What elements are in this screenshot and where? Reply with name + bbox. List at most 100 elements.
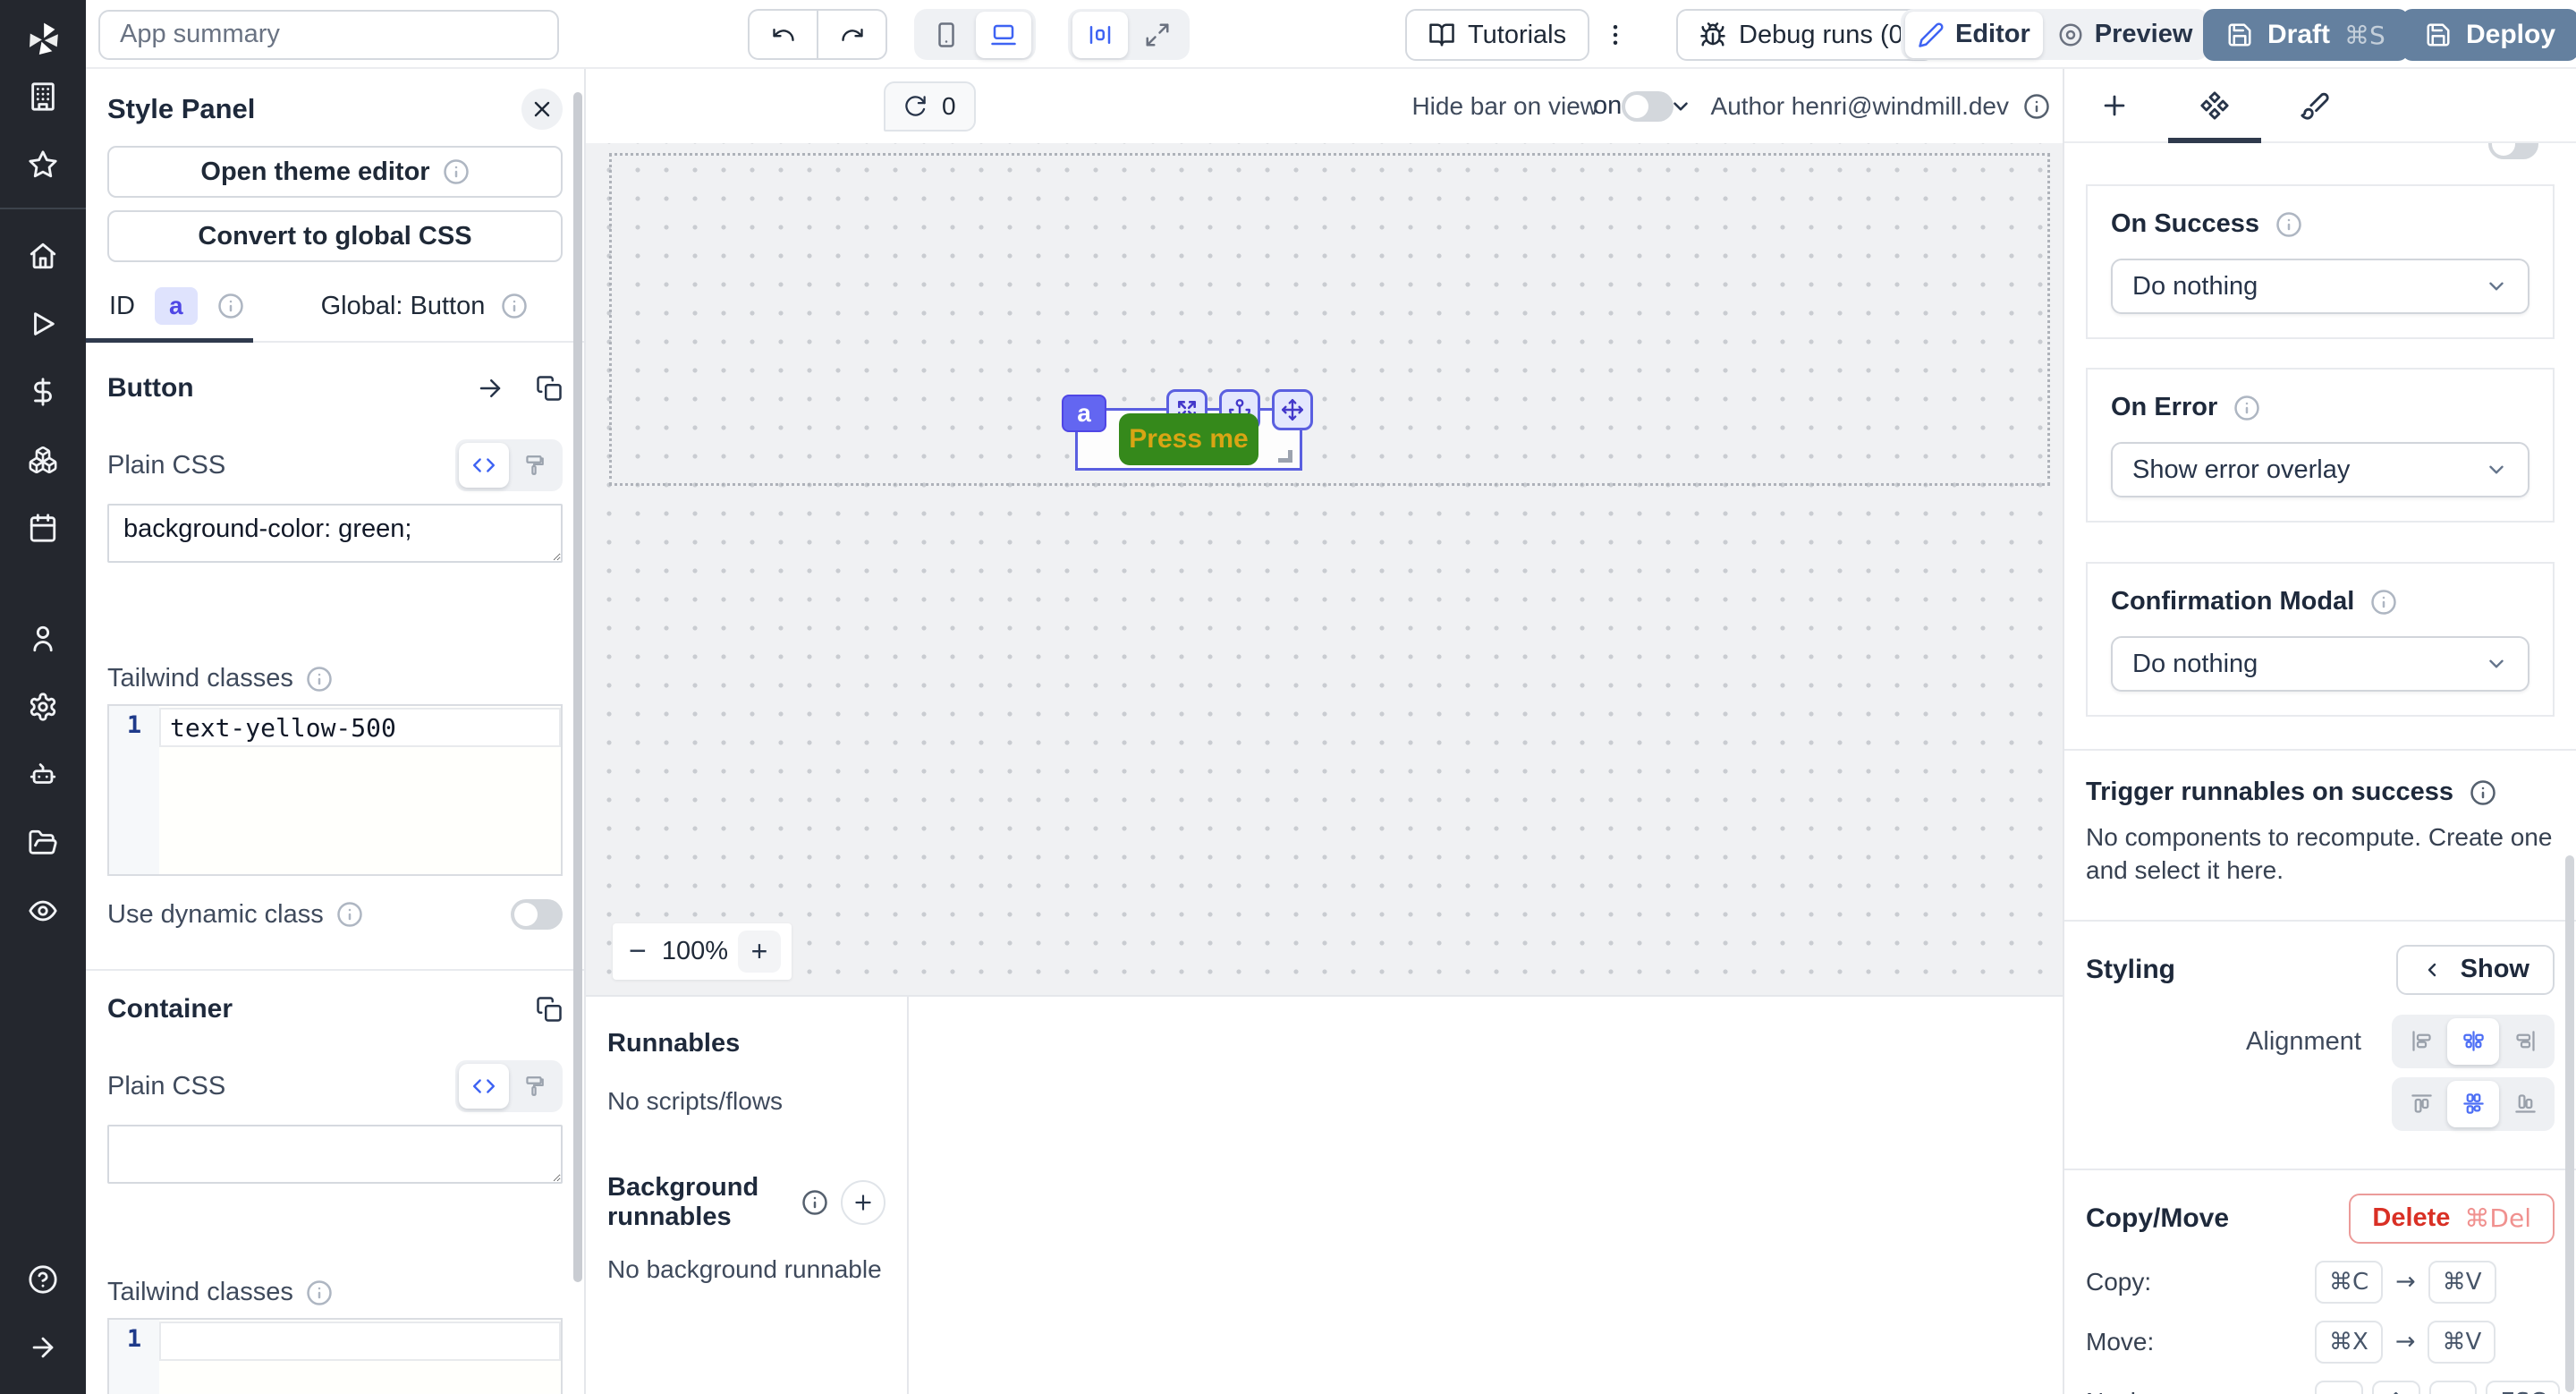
close-style-panel-button[interactable] bbox=[521, 89, 563, 130]
refresh-runnables-button[interactable]: 0 bbox=[884, 81, 976, 132]
sidebar-item-schedules[interactable] bbox=[0, 494, 86, 562]
align-top-button[interactable] bbox=[2395, 1081, 2447, 1127]
horizontal-align-group bbox=[2392, 1015, 2555, 1068]
trigger-runnables-title: Trigger runnables on success bbox=[2086, 778, 2453, 807]
right-panel-scrollbar[interactable] bbox=[2565, 855, 2574, 1392]
tab-global-button[interactable]: Global: Button bbox=[321, 292, 486, 321]
copy-icon[interactable] bbox=[536, 375, 563, 402]
tab-component-id-badge[interactable]: a bbox=[155, 287, 198, 325]
kbd-chip: ⌘C bbox=[2315, 1261, 2383, 1304]
delete-component-button[interactable]: Delete ⌘Del bbox=[2349, 1194, 2555, 1244]
mobile-view-button[interactable] bbox=[919, 12, 974, 58]
on-error-select[interactable]: Show error overlay bbox=[2111, 442, 2529, 497]
visual-style-mode-button[interactable] bbox=[509, 443, 559, 488]
alignment-label: Alignment bbox=[2246, 1027, 2361, 1057]
fullwidth-canvas-button[interactable] bbox=[1130, 12, 1185, 58]
button-tailwind-editor[interactable]: 1 text-yellow-500 bbox=[107, 704, 563, 876]
sidebar-item-runs[interactable] bbox=[0, 290, 86, 358]
confirmation-modal-select[interactable]: Do nothing bbox=[2111, 636, 2529, 692]
align-bottom-button[interactable] bbox=[2499, 1081, 2551, 1127]
delete-label: Delete bbox=[2372, 1203, 2450, 1233]
arrow-right-icon[interactable] bbox=[477, 375, 504, 402]
hide-bar-toggle[interactable] bbox=[1622, 91, 1674, 122]
tailwind-code-line[interactable] bbox=[159, 1322, 561, 1361]
selected-component[interactable]: a Press me bbox=[1075, 408, 1302, 471]
move-component-button[interactable] bbox=[1272, 389, 1313, 430]
sidebar-item-users[interactable] bbox=[0, 605, 86, 673]
sidebar-item-favorites[interactable] bbox=[0, 131, 86, 199]
align-right-button[interactable] bbox=[2499, 1018, 2551, 1065]
convert-to-global-css-button[interactable]: Convert to global CSS bbox=[107, 210, 563, 262]
component-id-badge[interactable]: a bbox=[1062, 395, 1106, 432]
sidebar-item-folders[interactable] bbox=[0, 809, 86, 877]
tab-preview[interactable]: Preview bbox=[2045, 12, 2206, 58]
tutorials-label: Tutorials bbox=[1468, 21, 1566, 50]
sidebar-item-settings[interactable] bbox=[0, 673, 86, 741]
info-icon bbox=[801, 1189, 828, 1216]
open-theme-editor-button[interactable]: Open theme editor bbox=[107, 146, 563, 198]
code-mode-button[interactable] bbox=[459, 1064, 509, 1109]
more-menu-button[interactable] bbox=[1596, 9, 1635, 60]
canvas-layout-group bbox=[1068, 9, 1190, 60]
zoom-control: − 100% + bbox=[613, 923, 792, 980]
tab-editor[interactable]: Editor bbox=[1905, 12, 2043, 58]
align-center-vertical-icon bbox=[2462, 1092, 2486, 1116]
visual-style-mode-button[interactable] bbox=[509, 1064, 559, 1109]
sidebar-item-help[interactable] bbox=[0, 1245, 86, 1313]
deploy-button[interactable]: Deploy bbox=[2402, 9, 2576, 61]
add-background-runnable-button[interactable] bbox=[841, 1180, 886, 1225]
redo-button[interactable] bbox=[818, 9, 887, 60]
sidebar-item-workers[interactable] bbox=[0, 741, 86, 809]
zoom-out-button[interactable]: − bbox=[623, 934, 652, 969]
info-icon bbox=[306, 666, 333, 693]
kbd-chip: ESC bbox=[2486, 1381, 2560, 1394]
windmill-logo-icon[interactable] bbox=[20, 16, 66, 63]
on-success-value: Do nothing bbox=[2132, 272, 2258, 302]
desktop-view-button[interactable] bbox=[976, 12, 1031, 58]
save-icon bbox=[2226, 21, 2253, 48]
undo-button[interactable] bbox=[748, 9, 818, 60]
align-left-button[interactable] bbox=[2395, 1018, 2447, 1065]
tailwind-code-line[interactable]: text-yellow-500 bbox=[159, 708, 561, 747]
save-draft-button[interactable]: Draft ⌘S bbox=[2203, 9, 2409, 61]
press-me-button[interactable]: Press me bbox=[1119, 413, 1258, 465]
use-dynamic-class-toggle[interactable] bbox=[511, 899, 563, 930]
tutorials-button[interactable]: Tutorials bbox=[1405, 9, 1589, 61]
section-divider bbox=[2064, 749, 2576, 751]
center-canvas-button[interactable] bbox=[1072, 12, 1128, 58]
tab-component-settings[interactable] bbox=[2165, 69, 2265, 141]
move-icon bbox=[1281, 398, 1304, 421]
sidebar-item-audit[interactable] bbox=[0, 877, 86, 945]
sidebar-expand-button[interactable] bbox=[0, 1313, 86, 1381]
app-canvas[interactable]: a Press me − bbox=[586, 143, 2063, 995]
sidebar-item-variables[interactable] bbox=[0, 358, 86, 426]
debug-runs-button[interactable]: Debug runs (0) bbox=[1676, 9, 1935, 61]
align-center-horizontal-button[interactable] bbox=[2447, 1018, 2499, 1065]
paint-roller-icon bbox=[522, 1075, 546, 1098]
partial-toggle[interactable] bbox=[2488, 143, 2538, 159]
app-summary-input[interactable] bbox=[98, 10, 559, 60]
code-mode-button[interactable] bbox=[459, 443, 509, 488]
tab-global-styling[interactable] bbox=[2265, 69, 2365, 141]
boxes-icon bbox=[28, 445, 58, 475]
container-tailwind-editor[interactable]: 1 bbox=[107, 1318, 563, 1394]
sidebar-item-resources[interactable] bbox=[0, 426, 86, 494]
tab-insert-component[interactable] bbox=[2064, 69, 2165, 141]
button-plain-css-input[interactable]: background-color: green; bbox=[107, 504, 563, 563]
preview-label: Preview bbox=[2095, 20, 2193, 49]
zoom-in-button[interactable]: + bbox=[738, 931, 781, 973]
copy-icon[interactable] bbox=[536, 996, 563, 1023]
sidebar-item-workspace[interactable] bbox=[0, 63, 86, 131]
on-success-select[interactable]: Do nothing bbox=[2111, 259, 2529, 314]
container-plain-css-input[interactable] bbox=[107, 1125, 563, 1184]
align-center-vertical-button[interactable] bbox=[2447, 1081, 2499, 1127]
canvas-toolbar: 0 once Hide bar on view Author henri@win… bbox=[586, 69, 2063, 143]
tab-id[interactable]: ID bbox=[109, 292, 135, 321]
confirmation-modal-label: Confirmation Modal bbox=[2111, 587, 2354, 616]
style-panel-scrollbar[interactable] bbox=[573, 92, 582, 1282]
robot-icon bbox=[28, 760, 58, 790]
show-styling-button[interactable]: Show bbox=[2396, 945, 2555, 995]
align-center-icon bbox=[1087, 21, 1114, 48]
sidebar-item-home[interactable] bbox=[0, 222, 86, 290]
resize-handle[interactable] bbox=[1278, 450, 1292, 463]
